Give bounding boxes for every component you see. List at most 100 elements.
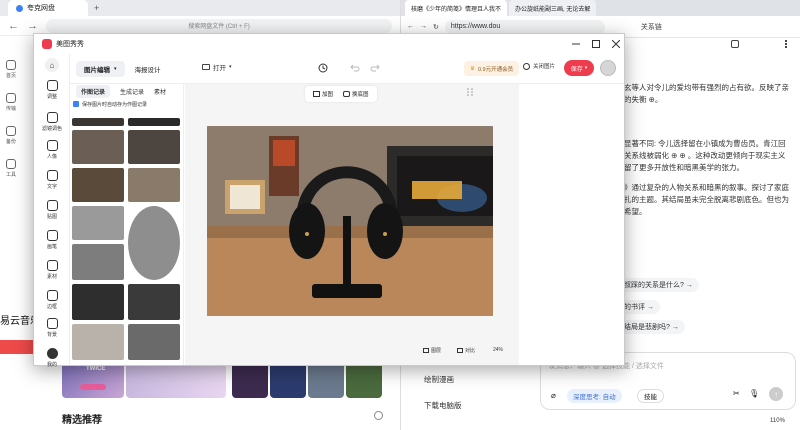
redo-icon[interactable]	[370, 64, 380, 72]
search-input[interactable]: 搜索网盘文件 (Ctrl + F)	[46, 18, 392, 33]
tab-poster-design[interactable]: 海报设计	[135, 64, 161, 74]
sidebar-item-backup[interactable]: 备份	[0, 126, 22, 145]
compare-button[interactable]: 对比	[457, 347, 475, 354]
forward-icon[interactable]: →	[420, 23, 427, 30]
sidebar-item-download[interactable]: 下载电脑版	[424, 400, 462, 411]
sidebar-item-draw-comic[interactable]: 绘制漫画	[424, 374, 454, 385]
tab-generate-history[interactable]: 生成记录	[120, 87, 144, 96]
maximize-icon[interactable]	[592, 40, 600, 48]
close-icon[interactable]	[612, 40, 620, 48]
history-thumbnail[interactable]	[128, 118, 180, 126]
layers-label: 图层	[431, 348, 442, 354]
undo-icon[interactable]	[350, 64, 360, 72]
add-image-button[interactable]: 加图	[313, 90, 333, 98]
send-icon[interactable]: ↑	[769, 387, 783, 401]
rail-item-adjust[interactable]: 调整	[34, 80, 70, 100]
cover-card[interactable]	[346, 362, 382, 398]
sidebar-item-tools[interactable]: 工具	[0, 159, 22, 178]
rail-item-background[interactable]: 背景	[34, 318, 70, 338]
sidebar-item-home[interactable]: 首页	[0, 60, 22, 79]
tab-cloud-drive[interactable]: 夸克网盘	[8, 0, 88, 16]
text-line: 扎的主题。其结局虽未完全脱离悲剧底色。但也为	[624, 195, 789, 204]
replace-bg-label: 换底图	[352, 92, 369, 98]
tab-inactive[interactable]: 办公旋纸能副三画, 无论去解	[509, 0, 597, 16]
deep-think-button[interactable]: 深度思考: 自动	[567, 389, 622, 403]
rail-item-filter[interactable]: 滤镜调色	[34, 112, 70, 132]
history-thumbnail[interactable]	[72, 244, 124, 280]
rail-item-sticker[interactable]: 贴图	[34, 200, 70, 220]
refresh-icon[interactable]	[374, 411, 383, 420]
save-button[interactable]: 保存 ▾	[564, 60, 594, 76]
attach-icon[interactable]: ⌀	[551, 391, 556, 400]
avatar[interactable]	[600, 60, 616, 76]
close-image-label: 关闭图片	[533, 64, 556, 70]
filter-icon	[46, 112, 58, 123]
sidebar-label: 备份	[5, 139, 16, 145]
tab-title: 夸克网盘	[27, 5, 55, 12]
material-icon	[46, 260, 58, 271]
suggested-question[interactable]: 结局是悲剧吗? →	[618, 320, 685, 334]
tab-label: 图片编辑	[84, 66, 110, 74]
cloud-drive-sidebar: 首页 传输 备份 工具	[0, 60, 22, 192]
backup-icon	[6, 126, 16, 136]
history-thumbnail[interactable]	[72, 130, 124, 164]
back-icon[interactable]: ←	[407, 23, 414, 30]
share-icon[interactable]	[731, 40, 739, 48]
rail-label: 文字	[46, 184, 57, 190]
text-line: 留了更多开放性和暗黑美学的张力。	[624, 163, 744, 172]
reload-icon[interactable]: ↻	[433, 23, 439, 31]
rail-item-brush[interactable]: 画笔	[34, 230, 70, 250]
portrait-icon	[46, 140, 58, 151]
history-thumbnail[interactable]	[72, 284, 124, 320]
minimize-icon[interactable]	[572, 40, 580, 48]
back-icon[interactable]: ←	[8, 20, 19, 32]
rail-item-frame[interactable]: 边框	[34, 290, 70, 310]
autosave-option[interactable]: 保存图片时自动存为作图记录	[70, 98, 183, 110]
sidebar-item-transfer[interactable]: 传输	[0, 93, 22, 112]
history-thumbnail[interactable]	[72, 168, 124, 202]
history-thumbnail[interactable]	[128, 168, 180, 202]
rail-item-material[interactable]: 素材	[34, 260, 70, 280]
tab-materials[interactable]: 素材	[154, 87, 166, 96]
edited-photo[interactable]	[207, 126, 493, 316]
history-thumbnail[interactable]	[72, 118, 124, 126]
rail-item-text[interactable]: 文字	[34, 170, 70, 190]
scissors-icon[interactable]: ✂	[733, 389, 740, 398]
history-thumbnail[interactable]	[72, 324, 124, 360]
replace-icon	[343, 91, 351, 97]
replace-bg-button[interactable]: 换底图	[343, 90, 369, 98]
frame-icon	[46, 290, 58, 301]
drag-handle-icon[interactable]	[467, 88, 473, 96]
cover-card[interactable]	[126, 362, 226, 398]
layers-button[interactable]: 图层	[423, 347, 441, 354]
cover-button[interactable]	[80, 384, 106, 390]
history-thumbnail[interactable]	[128, 130, 180, 164]
new-tab-icon[interactable]: +	[94, 3, 99, 13]
cover-card[interactable]	[308, 362, 344, 398]
history-icon[interactable]	[318, 63, 328, 73]
compare-label: 对比	[465, 348, 476, 354]
cover-card[interactable]	[270, 362, 306, 398]
skill-button[interactable]: 技能	[637, 389, 664, 403]
history-thumbnail[interactable]	[128, 284, 180, 320]
forward-icon[interactable]: →	[27, 20, 38, 32]
rail-item-profile[interactable]: 我的	[34, 348, 70, 368]
mic-icon[interactable]: 🎙	[749, 389, 759, 398]
vip-button[interactable]: ♛ 0.9元开通会员	[464, 61, 520, 76]
rail-item-portrait[interactable]: 人像	[34, 140, 70, 160]
history-thumbnail[interactable]	[128, 206, 180, 280]
url-bar[interactable]: https://www.dou	[444, 19, 605, 34]
home-icon[interactable]: ⌂	[34, 58, 70, 74]
tab-image-edit[interactable]: 图片编辑 ▾	[76, 60, 125, 77]
menu-icon[interactable]	[785, 40, 791, 48]
history-thumbnail[interactable]	[72, 206, 124, 240]
tab-active[interactable]: 核磨《少年的简笺》情理且人我不	[405, 0, 508, 16]
close-image-button[interactable]: 关闭图片	[523, 62, 555, 70]
tab-edit-history[interactable]: 作图记录	[76, 84, 111, 98]
autosave-checkbox[interactable]	[73, 101, 79, 107]
cover-card[interactable]: TWICE	[62, 362, 124, 398]
suggested-question[interactable]: 叔踩的关系是什么? →	[618, 278, 699, 292]
open-button[interactable]: 打开 ▾	[202, 62, 232, 72]
history-thumbnail[interactable]	[128, 324, 180, 360]
cover-card[interactable]	[232, 362, 268, 398]
